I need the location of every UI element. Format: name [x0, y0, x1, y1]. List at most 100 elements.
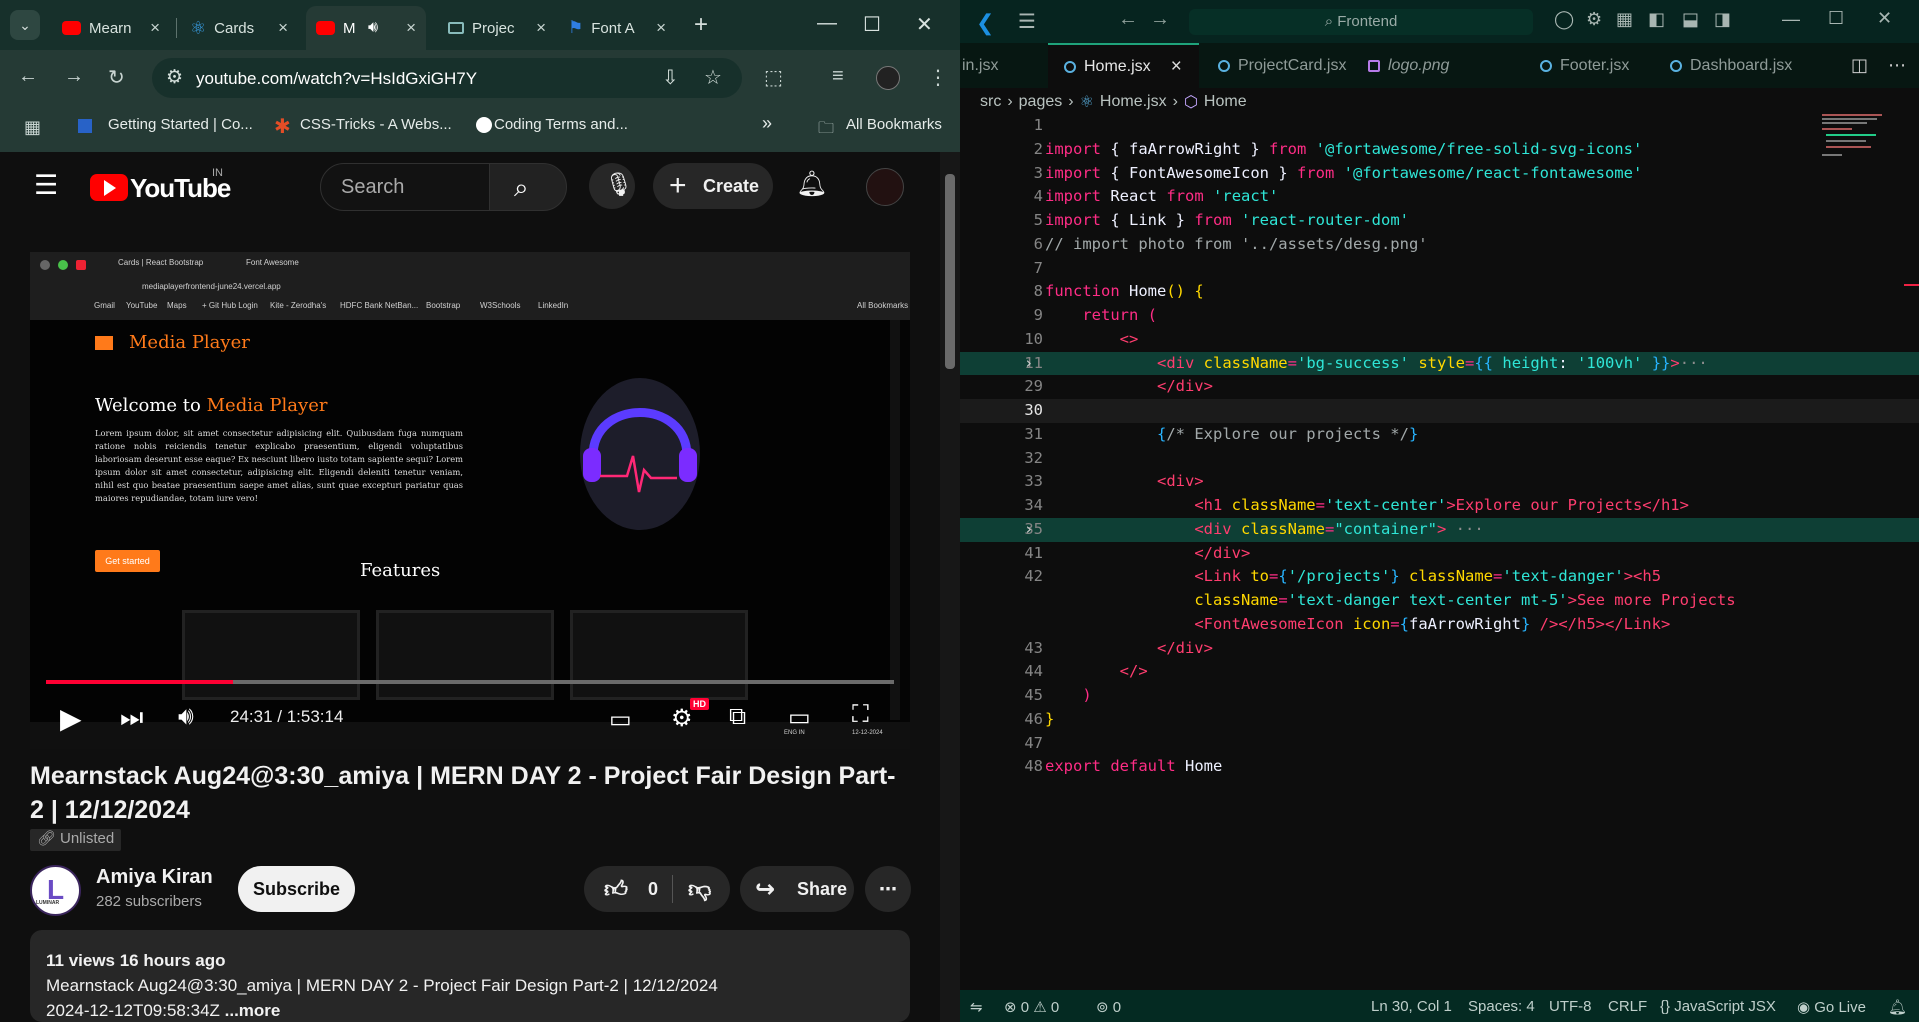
- menu-icon[interactable]: ☰: [1018, 9, 1036, 34]
- media-controls-icon[interactable]: ≡: [832, 65, 844, 88]
- more-actions-button[interactable]: ⋯: [865, 866, 911, 912]
- back-icon[interactable]: ←: [18, 65, 38, 88]
- bookmark-star-icon[interactable]: ☆: [704, 65, 722, 90]
- code-line[interactable]: 7: [960, 257, 1919, 281]
- youtube-logo-icon[interactable]: [90, 174, 128, 201]
- code-line[interactable]: <FontAwesomeIcon icon={faArrowRight} /><…: [960, 613, 1919, 637]
- code-line[interactable]: 10 <>: [960, 328, 1919, 352]
- code-line[interactable]: 44 </>: [960, 660, 1919, 684]
- code-text[interactable]: <div className="container"> ···: [1045, 518, 1483, 542]
- thumbs-down-icon[interactable]: 👎︎: [688, 876, 711, 904]
- code-line[interactable]: className='text-danger text-center mt-5'…: [960, 589, 1919, 613]
- code-text[interactable]: <h1 className='text-center'>Explore our …: [1045, 494, 1689, 518]
- encoding[interactable]: UTF-8: [1549, 998, 1592, 1015]
- fold-chevron-icon[interactable]: ›: [1024, 352, 1033, 376]
- play-icon[interactable]: ▶: [60, 702, 82, 735]
- voice-search-button[interactable]: 🎙︎: [589, 163, 635, 209]
- tab-search-button[interactable]: ⌄: [10, 10, 40, 40]
- menu-icon[interactable]: ⋮: [928, 65, 948, 90]
- problems-indicator[interactable]: ⊗ 0 ⚠ 0: [1004, 998, 1059, 1016]
- tab-projects[interactable]: Projec ×: [438, 6, 556, 50]
- notifications-bell-icon[interactable]: 🔔︎: [796, 170, 828, 199]
- next-icon[interactable]: ⏭: [120, 702, 143, 734]
- code-text[interactable]: export default Home: [1045, 755, 1222, 779]
- breadcrumb-item[interactable]: Home: [1204, 93, 1247, 111]
- code-editor[interactable]: 1 2 import { faArrowRight } from '@fortawe…: [960, 114, 1919, 994]
- account-avatar[interactable]: [866, 168, 904, 206]
- reload-icon[interactable]: ↻: [108, 65, 125, 90]
- indentation[interactable]: Spaces: 4: [1468, 998, 1535, 1015]
- breadcrumb-item[interactable]: Home.jsx: [1100, 93, 1167, 111]
- scroll-thumb[interactable]: [945, 174, 955, 369]
- search-button[interactable]: ⌕: [489, 163, 567, 211]
- maximize-icon[interactable]: ☐: [1828, 8, 1844, 29]
- minimap[interactable]: [1822, 114, 1917, 184]
- split-editor-icon[interactable]: ◫: [1851, 55, 1868, 76]
- breadcrumb-item[interactable]: pages: [1019, 93, 1063, 111]
- code-text[interactable]: <div>: [1045, 470, 1204, 494]
- page-scrollbar[interactable]: [940, 152, 960, 1022]
- fullscreen-icon[interactable]: ⛶: [852, 701, 869, 729]
- language-mode[interactable]: {} JavaScript JSX: [1660, 998, 1776, 1015]
- all-bookmarks[interactable]: All Bookmarks: [846, 116, 942, 133]
- line-endings[interactable]: CRLF: [1608, 998, 1647, 1015]
- code-text[interactable]: }: [1045, 708, 1054, 732]
- code-line[interactable]: 42 <Link to={'/projects'} className='tex…: [960, 565, 1919, 589]
- remote-icon[interactable]: ⇋: [970, 998, 983, 1016]
- share-button[interactable]: ↪ Share: [740, 866, 854, 912]
- toggle-sidebar-icon[interactable]: ◧: [1648, 9, 1665, 30]
- toggle-secondary-sidebar-icon[interactable]: ◨: [1714, 9, 1731, 30]
- more-actions-icon[interactable]: ⋯: [1888, 55, 1906, 76]
- tab-dashboard-jsx[interactable]: Dashboard.jsx: [1670, 43, 1812, 88]
- search-input[interactable]: Search: [320, 163, 490, 211]
- tab-logo-png[interactable]: logo.png: [1360, 43, 1510, 88]
- code-text[interactable]: <>: [1045, 328, 1139, 352]
- close-icon[interactable]: ×: [278, 18, 288, 38]
- code-line[interactable]: 46}: [960, 708, 1919, 732]
- video-player[interactable]: Cards | React Bootstrap Font Awesome med…: [30, 252, 910, 749]
- apps-grid-icon[interactable]: ▦: [24, 117, 41, 138]
- tab-projectcard-jsx[interactable]: ProjectCard.jsx: [1212, 43, 1362, 88]
- code-line[interactable]: 29 </div>: [960, 375, 1919, 399]
- code-text[interactable]: <div className='bg-success' style={{ hei…: [1045, 352, 1708, 376]
- theater-mode-icon[interactable]: ▭: [788, 703, 811, 732]
- minimize-icon[interactable]: —: [1782, 9, 1800, 30]
- code-line[interactable]: 11 › <div className='bg-success' style={{…: [960, 351, 1919, 376]
- close-icon[interactable]: ×: [1171, 56, 1182, 78]
- code-text[interactable]: return (: [1045, 304, 1157, 328]
- code-line[interactable]: 45 ): [960, 684, 1919, 708]
- code-line[interactable]: 8 function Home() {: [960, 280, 1919, 304]
- code-line[interactable]: 47: [960, 732, 1919, 756]
- code-text[interactable]: import { faArrowRight } from '@fortaweso…: [1045, 138, 1642, 162]
- code-line[interactable]: 9 return (: [960, 304, 1919, 328]
- close-icon[interactable]: ×: [406, 18, 416, 38]
- code-line[interactable]: 48 export default Home: [960, 755, 1919, 779]
- code-text[interactable]: className='text-danger text-center mt-5'…: [1045, 589, 1735, 613]
- tab-youtube-active[interactable]: M 🔊︎ ×: [306, 6, 426, 50]
- command-center[interactable]: ⌕ Frontend: [1189, 9, 1533, 35]
- channel-avatar[interactable]: L LUMINAR: [30, 865, 81, 916]
- code-text[interactable]: ): [1045, 684, 1091, 708]
- tab-home-jsx[interactable]: Home.jsx ×: [1048, 43, 1199, 88]
- maximize-icon[interactable]: ☐: [863, 12, 881, 37]
- go-live-button[interactable]: ◉ Go Live: [1797, 998, 1866, 1016]
- video-description[interactable]: 11 views 16 hours ago Mearnstack Aug24@3…: [30, 930, 910, 1022]
- bookmark-coding-terms[interactable]: Coding Terms and...: [494, 116, 628, 133]
- video-progress-bar[interactable]: [46, 680, 894, 684]
- miniplayer-icon[interactable]: ⧉: [729, 703, 746, 731]
- breadcrumb-item[interactable]: src: [980, 93, 1001, 111]
- subtitles-icon[interactable]: ▭: [609, 705, 632, 734]
- code-line[interactable]: 32: [960, 447, 1919, 471]
- code-line[interactable]: 3 import { FontAwesomeIcon } from '@forta…: [960, 162, 1919, 186]
- code-line[interactable]: 6// import photo from '../assets/desg.pn…: [960, 233, 1919, 257]
- url-text[interactable]: youtube.com/watch?v=HsIdGxiGH7Y: [196, 69, 477, 89]
- site-info-icon[interactable]: ⚙: [166, 66, 183, 89]
- account-icon[interactable]: ◯: [1554, 9, 1574, 30]
- ports-indicator[interactable]: ⊚ 0: [1096, 998, 1121, 1016]
- back-icon[interactable]: ←: [1118, 8, 1138, 31]
- more-bookmarks-chevron-icon[interactable]: »: [762, 113, 772, 134]
- notifications-bell-icon[interactable]: 🔔︎: [1888, 998, 1907, 1016]
- code-text[interactable]: // import photo from '../assets/desg.png…: [1045, 233, 1428, 257]
- bookmark-getting-started[interactable]: Getting Started | Co...: [108, 116, 253, 133]
- code-text[interactable]: </div>: [1045, 542, 1250, 566]
